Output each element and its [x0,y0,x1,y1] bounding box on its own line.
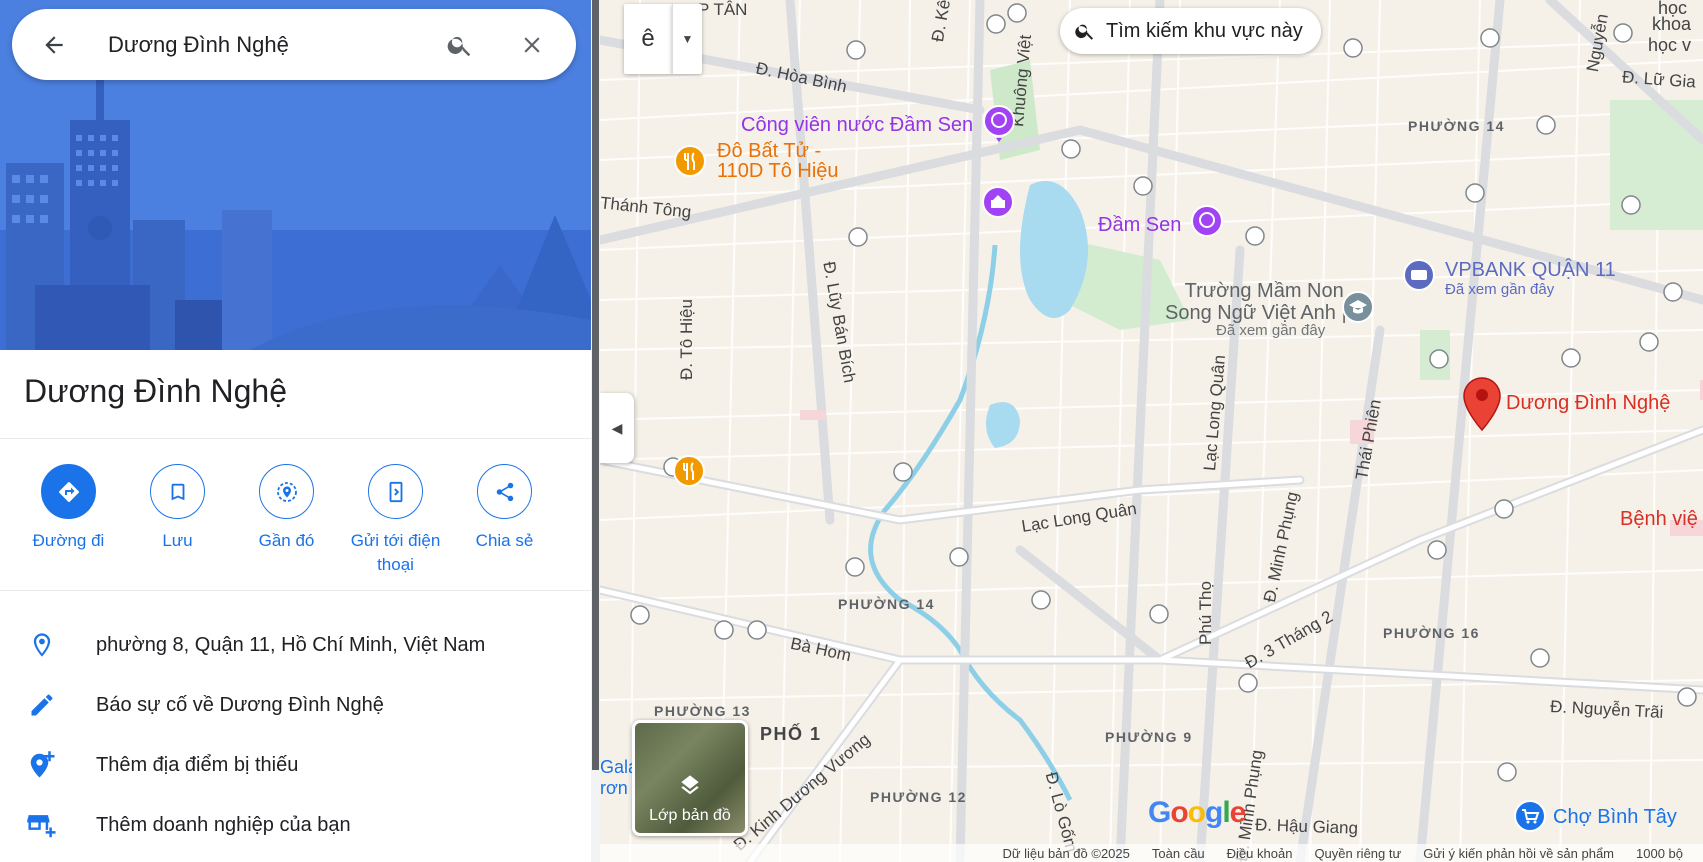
ward-label: PHƯỜNG 14 [838,596,935,612]
info-list: phường 8, Quận 11, Hồ Chí Minh, Việt Nam… [0,615,591,855]
search-this-area-label: Tìm kiếm khu vực này [1106,19,1303,42]
report-text: Báo sự cố về Dương Đình Nghệ [96,693,384,716]
privacy-link[interactable]: Quyền riêng tư [1314,846,1401,861]
bookmark-icon [150,464,205,519]
add-business-icon [0,810,84,840]
shopping-cart-icon[interactable] [1513,799,1547,837]
google-logo: Google [1148,796,1246,829]
map-data-credit: Dữ liệu bản đồ ©2025 [1002,845,1130,861]
address-text: phường 8, Quận 11, Hồ Chí Minh, Việt Nam [96,633,486,656]
road-label: Phú Thọ [1196,581,1215,645]
poi-label[interactable]: Công viên nước Đầm Sen [741,114,973,137]
poi-label[interactable]: Trường Mầm Non Song Ngữ Việt Anh |... [1165,280,1363,324]
scrollbar-thumb[interactable] [592,0,599,770]
layers-icon [635,771,745,797]
send-to-phone-icon [368,464,423,519]
save-label: Lưu [162,531,193,550]
share-button[interactable]: Chia sẻ [450,464,559,577]
nearby-label: Gần đó [258,531,315,550]
map-attribution: Dữ liệu bản đồ ©2025 Toàn cầu Điều khoản… [600,844,1703,862]
add-place-text: Thêm địa điểm bị thiếu [96,753,299,776]
search-icon [1074,20,1096,42]
divider [0,438,591,439]
address-row[interactable]: phường 8, Quận 11, Hồ Chí Minh, Việt Nam [0,615,591,675]
back-icon[interactable] [24,15,84,75]
road-label: Đ. Hậu Giang [1254,815,1359,838]
divider [0,590,591,591]
add-location-icon [0,750,84,780]
ward-label: PHƯỜNG 14 [1408,118,1505,134]
place-panel: Dương Đình Nghệ Dương Đình Nghệ Đường đi… [0,0,591,862]
layers-button[interactable]: Lớp bản đồ [632,720,748,836]
search-icon[interactable] [432,17,488,73]
input-tools-button[interactable]: ê [624,4,672,74]
report-row[interactable]: Báo sự cố về Dương Đình Nghệ [0,675,591,735]
ward-label: PHƯỜNG 16 [1383,625,1480,641]
chevron-down-icon[interactable]: ▼ [672,4,702,74]
map-canvas[interactable]: P TÂN Đ. Hòa Bình Đ. Kênh Tân Khuông Việ… [600,0,1703,862]
poi-label[interactable]: rơn [600,778,628,799]
bank-icon[interactable] [1402,258,1436,296]
ward-label: PHƯỜNG 12 [870,789,967,805]
poi-sublabel: Đã xem gần đây [1445,281,1555,298]
ward-label: PHƯỜNG 9 [1105,729,1193,745]
search-this-area-button[interactable]: Tìm kiếm khu vực này [1060,8,1321,54]
amusement-park-icon[interactable] [1190,204,1224,242]
poi-sublabel: Đã xem gần đây [1216,322,1326,339]
poi-label: khoa [1652,14,1692,34]
search-input[interactable]: Dương Đình Nghệ [84,32,432,58]
selected-location-pin-icon[interactable] [1462,376,1502,432]
school-icon[interactable] [1341,290,1375,328]
road-label: P TÂN [698,0,748,19]
feedback-link[interactable]: Gửi ý kiến phản hồi về sản phẩm [1423,846,1614,861]
restaurant-icon[interactable] [672,454,706,492]
chevron-left-icon: ◀ [611,419,623,436]
close-icon[interactable] [504,17,560,73]
collapse-panel-button[interactable]: ◀ [600,393,634,463]
panel-scrollbar[interactable] [591,0,600,862]
save-button[interactable]: Lưu [123,464,232,577]
amusement-park-icon[interactable] [982,104,1016,142]
place-title: Dương Đình Nghệ [24,373,287,409]
search-box[interactable]: Dương Đình Nghệ [12,9,576,80]
add-business-row[interactable]: Thêm doanh nghiệp của bạn [0,795,591,855]
global-link[interactable]: Toàn cầu [1152,846,1205,861]
road-label: Đ. Tô Hiệu [677,299,696,380]
restaurant-label[interactable]: Đô Bất Tử -110D Tô Hiệu [717,141,839,181]
add-place-row[interactable]: Thêm địa điểm bị thiếu [0,735,591,795]
share-label: Chia sẻ [475,531,534,550]
temple-icon[interactable] [981,185,1015,223]
nearby-icon [259,464,314,519]
poi-label: học v [1648,35,1692,55]
nearby-button[interactable]: Gần đó [232,464,341,577]
ward-label: PHƯỜNG 13 [654,703,751,719]
selected-location-label[interactable]: Dương Đình Nghệ [1506,392,1670,415]
poi-label[interactable]: VPBANK QUẬN 11 [1445,259,1616,282]
directions-icon [41,464,96,519]
directions-button[interactable]: Đường đi [14,464,123,577]
poi-label[interactable]: Chợ Bình Tây [1553,806,1677,829]
send-to-phone-label: Gửi tới điện thoại [350,531,441,574]
add-business-text: Thêm doanh nghiệp của bạn [96,813,351,836]
layers-label: Lớp bản đồ [649,807,731,824]
scale-label[interactable]: 1000 bộ [1636,846,1683,861]
send-to-phone-button[interactable]: Gửi tới điện thoại [341,464,450,577]
action-bar: Đường đi Lưu Gần đó Gửi tới điện thoại C… [14,464,559,577]
directions-label: Đường đi [32,531,105,550]
terms-link[interactable]: Điều khoản [1227,846,1293,861]
poi-label[interactable]: Đầm Sen [1098,214,1181,237]
ward-label: PHỐ 1 [760,724,822,744]
share-icon [477,464,532,519]
pencil-icon [0,691,84,719]
poi-label[interactable]: Bệnh việ [1620,508,1698,531]
restaurant-icon[interactable] [673,144,707,182]
location-pin-icon [0,631,84,659]
